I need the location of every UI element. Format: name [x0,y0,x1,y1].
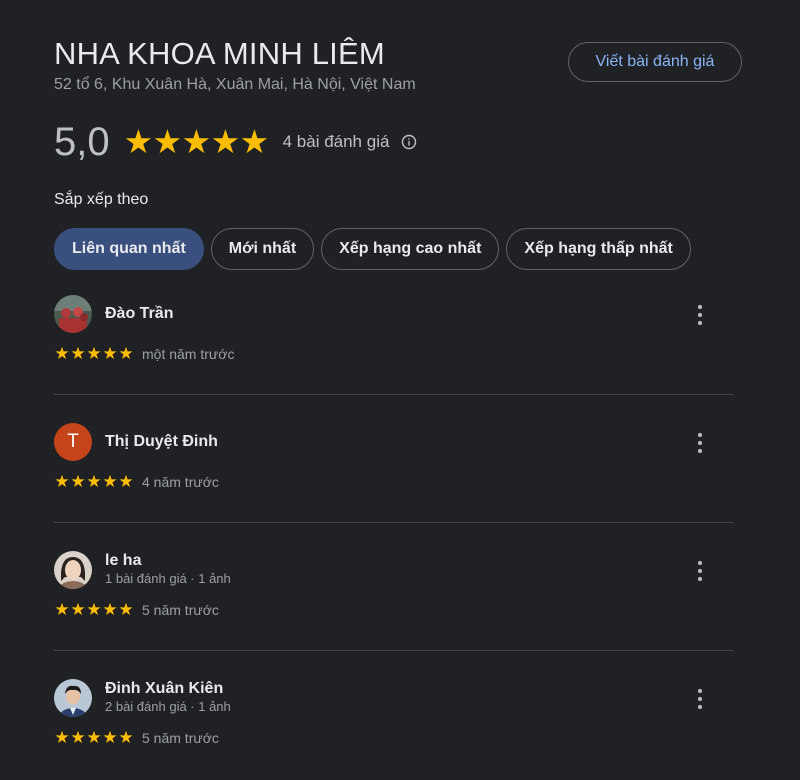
sort-chip-newest[interactable]: Mới nhất [210,228,315,270]
star-icon: ★ [118,472,134,491]
star-icon: ★ [70,600,86,619]
star-icon: ★ [86,600,102,619]
sort-chips: Liên quan nhất Mới nhất Xếp hạng cao nhấ… [54,228,698,270]
write-review-button[interactable]: Viết bài đánh giá [568,42,742,82]
more-vert-icon[interactable] [694,305,706,325]
review-count: 4 bài đánh giá [282,132,390,151]
star-icon: ★ [102,472,118,491]
review-stars: ★ ★ ★ ★ ★ [54,473,134,491]
star-icon: ★ [118,728,134,747]
star-icon: ★ [54,344,70,363]
more-vert-icon[interactable] [694,689,706,709]
review-date: 5 năm trước [142,730,219,746]
star-icon: ★ [86,472,102,491]
star-icon: ★ [70,472,86,491]
reviewer-name[interactable]: le ha [105,552,141,570]
rating-summary: 5,0 ★ ★ ★ ★ ★ 4 bài đánh giá [54,118,417,166]
rating-value: 5,0 [54,120,110,164]
star-icon: ★ [152,123,183,160]
star-icon: ★ [123,123,154,160]
reviewer-meta: 1 bài đánh giá · 1 ảnh [105,571,231,586]
star-icon: ★ [86,728,102,747]
more-vert-icon[interactable] [694,561,706,581]
star-icon: ★ [118,344,134,363]
review-date: 4 năm trước [142,474,219,490]
divider [54,522,734,523]
star-icon: ★ [54,728,70,747]
review-date: 5 năm trước [142,602,219,618]
more-vert-icon[interactable] [694,433,706,453]
star-icon: ★ [118,600,134,619]
reviewer-avatar[interactable] [54,551,92,589]
review-item: Đào Trần ★ ★ ★ ★ ★ một năm trước [54,295,734,375]
star-icon: ★ [54,472,70,491]
sort-label: Sắp xếp theo [54,191,149,208]
reviewer-avatar[interactable] [54,679,92,717]
sort-chip-relevant[interactable]: Liên quan nhất [54,228,204,270]
reviewer-name[interactable]: Đào Trần [105,305,173,323]
review-date: một năm trước [142,346,235,362]
review-stars: ★ ★ ★ ★ ★ [54,729,134,747]
review-item: le ha 1 bài đánh giá · 1 ảnh ★ ★ ★ ★ ★ 5… [54,551,734,631]
reviewer-name[interactable]: Đinh Xuân Kiên [105,680,223,698]
review-item: Đinh Xuân Kiên 2 bài đánh giá · 1 ảnh ★ … [54,679,734,759]
star-icon: ★ [54,600,70,619]
star-icon: ★ [102,344,118,363]
star-icon: ★ [86,344,102,363]
reviewer-avatar[interactable]: T [54,423,92,461]
info-icon[interactable] [401,134,417,150]
star-icon: ★ [102,728,118,747]
reviewer-name[interactable]: Thị Duyệt Đinh [105,433,218,451]
star-icon: ★ [239,123,270,160]
reviewer-meta: 2 bài đánh giá · 1 ảnh [105,699,231,714]
star-icon: ★ [70,344,86,363]
divider [54,394,734,395]
sort-chip-lowest[interactable]: Xếp hạng thấp nhất [506,228,691,270]
review-stars: ★ ★ ★ ★ ★ [54,345,134,363]
star-icon: ★ [181,123,212,160]
star-icon: ★ [102,600,118,619]
divider [54,650,734,651]
star-icon: ★ [70,728,86,747]
review-item: T Thị Duyệt Đinh ★ ★ ★ ★ ★ 4 năm trước [54,423,734,503]
review-stars: ★ ★ ★ ★ ★ [54,601,134,619]
rating-stars: ★ ★ ★ ★ ★ [123,123,270,160]
reviewer-avatar[interactable] [54,295,92,333]
star-icon: ★ [210,123,241,160]
sort-chip-highest[interactable]: Xếp hạng cao nhất [321,228,500,270]
